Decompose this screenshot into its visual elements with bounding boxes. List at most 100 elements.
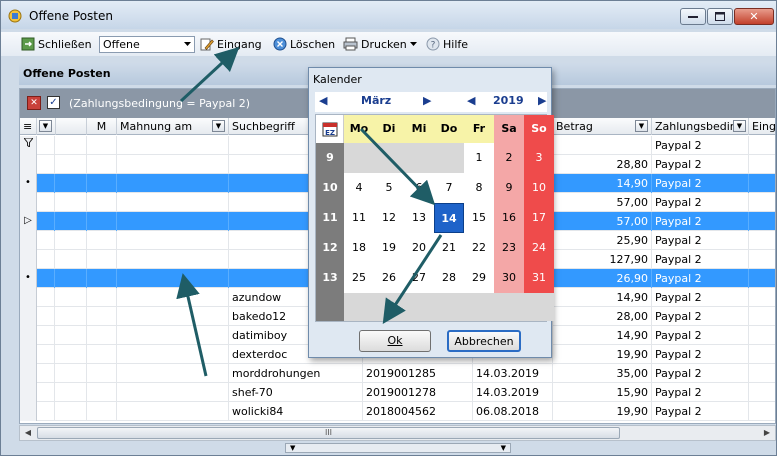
cell-empty[interactable] [117,193,229,212]
cell-empty[interactable] [55,383,87,402]
close-window-button[interactable]: ✕ [734,8,774,25]
cell-empty[interactable] [37,326,55,345]
table-row[interactable]: shef-70 2019001278 14.03.2019 15,90 Paypal 2 [20,383,775,402]
column-chooser-button[interactable]: ≡ [20,118,37,135]
minimize-button[interactable] [680,8,706,25]
cell-empty[interactable] [55,193,87,212]
cell-betrag[interactable]: 15,90 [553,383,652,402]
zahlungsbed-filter-button[interactable]: ▼ [733,120,746,132]
cell-betrag[interactable]: 14,90 [553,174,652,193]
cell-zahlung[interactable]: Paypal 2 [652,193,749,212]
row-indicator[interactable] [20,383,37,402]
calendar-day[interactable]: 31 [524,263,554,293]
calendar-day[interactable]: 28 [434,263,464,293]
row-indicator[interactable] [20,402,37,421]
cell-suchbegriff[interactable]: morddrohungen [229,364,363,383]
help-button[interactable]: ? Hilfe [426,35,468,53]
cell-betrag[interactable]: 57,00 [553,212,652,231]
cell-rechnung[interactable]: 2019001278 [363,383,473,402]
cell-zahlung[interactable]: Paypal 2 [652,364,749,383]
calendar-day[interactable]: 2 [494,143,524,173]
cell-empty[interactable] [55,136,87,155]
calendar-day[interactable]: 30 [494,263,524,293]
cell-empty[interactable] [749,269,775,288]
cell-empty[interactable] [117,250,229,269]
cell-betrag[interactable]: 14,90 [553,288,652,307]
cell-empty[interactable] [117,269,229,288]
calendar-day[interactable]: 7 [434,173,464,203]
calendar-day[interactable]: 23 [494,233,524,263]
cell-empty[interactable] [749,383,775,402]
cell-empty[interactable] [37,155,55,174]
cell-betrag[interactable]: 25,90 [553,231,652,250]
cell-zahlung[interactable]: Paypal 2 [652,269,749,288]
cell-empty[interactable] [117,136,229,155]
cell-empty[interactable] [55,269,87,288]
cell-betrag[interactable]: 57,00 [553,193,652,212]
week-number[interactable]: 11 [316,203,344,233]
calendar-day[interactable]: 24 [524,233,554,263]
cell-empty[interactable] [749,364,775,383]
row-indicator[interactable] [20,155,37,174]
scrollbar-thumb[interactable]: III [37,427,620,439]
calendar-day[interactable]: 29 [464,263,494,293]
ok-button[interactable]: Ok [359,330,431,352]
cell-empty[interactable] [55,326,87,345]
cell-zahlung[interactable]: Paypal 2 [652,174,749,193]
cell-zahlung[interactable]: Paypal 2 [652,155,749,174]
row-indicator[interactable] [20,250,37,269]
cell-zahlung[interactable]: Paypal 2 [652,307,749,326]
cell-empty[interactable] [37,288,55,307]
week-number[interactable]: 9 [316,143,344,173]
calendar-day-selected[interactable]: 14 [434,203,464,233]
cell-empty[interactable] [749,402,775,421]
cell-zahlung[interactable]: Paypal 2 [652,288,749,307]
cell-empty[interactable] [87,345,117,364]
calendar-day[interactable]: 27 [404,263,434,293]
cell-empty[interactable] [117,326,229,345]
cell-empty[interactable] [117,155,229,174]
calendar-day[interactable]: 20 [404,233,434,263]
cell-empty[interactable] [87,250,117,269]
cell-empty[interactable] [55,402,87,421]
calendar-day[interactable]: 15 [464,203,494,233]
cell-empty[interactable] [37,193,55,212]
cell-empty[interactable] [117,231,229,250]
calendar-day[interactable]: 18 [344,233,374,263]
filter-select[interactable]: Offene [99,36,195,53]
scroll-left-arrow-icon[interactable]: ◀ [20,426,36,440]
cell-betrag[interactable]: 35,00 [553,364,652,383]
cell-empty[interactable] [55,288,87,307]
calendar-day[interactable]: 1 [464,143,494,173]
row-indicator[interactable] [20,345,37,364]
cell-empty[interactable] [749,250,775,269]
cell-empty[interactable] [55,364,87,383]
cell-empty[interactable] [37,383,55,402]
cell-empty[interactable] [37,136,55,155]
cell-empty[interactable] [749,326,775,345]
cell-empty[interactable] [37,212,55,231]
next-year-arrow-icon[interactable]: ▶ [538,94,546,107]
cell-zahlung[interactable]: Paypal 2 [652,136,749,155]
cell-empty[interactable] [117,402,229,421]
prev-year-arrow-icon[interactable]: ◀ [467,94,475,107]
cell-suchbegriff[interactable]: wolicki84 [229,402,363,421]
scroll-right-arrow-icon[interactable]: ▶ [759,426,775,440]
cell-empty[interactable] [87,212,117,231]
cell-suchbegriff[interactable]: shef-70 [229,383,363,402]
close-button[interactable]: Schließen [21,35,92,53]
cell-empty[interactable] [37,250,55,269]
cell-empty[interactable] [749,345,775,364]
calendar-day[interactable]: 25 [344,263,374,293]
row-indicator[interactable] [20,231,37,250]
cell-zahlung[interactable]: Paypal 2 [652,402,749,421]
cell-rechnung[interactable]: 2019001285 [363,364,473,383]
maximize-button[interactable] [707,8,733,25]
cell-zahlung[interactable]: Paypal 2 [652,345,749,364]
cell-empty[interactable] [37,174,55,193]
header-eingang[interactable]: Einga [749,118,775,135]
cell-zahlung[interactable]: Paypal 2 [652,326,749,345]
calendar-day[interactable]: 4 [344,173,374,203]
cell-empty[interactable] [117,364,229,383]
cell-empty[interactable] [55,231,87,250]
